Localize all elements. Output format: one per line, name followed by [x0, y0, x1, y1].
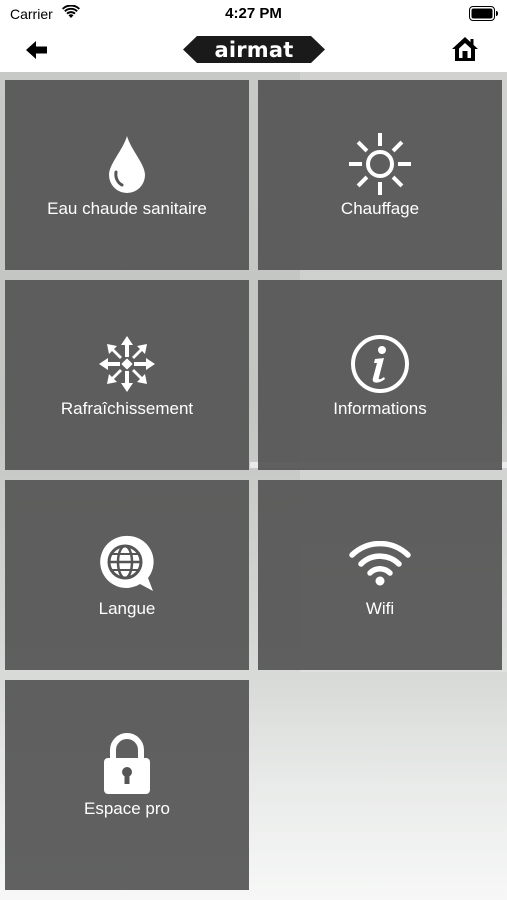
airmat-logo: airmat: [183, 36, 325, 63]
tile-label: Wifi: [365, 599, 395, 618]
tile-label: Eau chaude sanitaire: [47, 199, 207, 218]
tile-espace-pro[interactable]: Espace pro: [5, 680, 249, 890]
battery-icon: [469, 6, 499, 21]
logo-text: airmat: [214, 38, 294, 62]
snowflake-icon: [5, 330, 249, 398]
back-arrow-icon: [26, 41, 47, 59]
back-button[interactable]: [24, 38, 50, 62]
tile-label: Chauffage: [340, 199, 420, 218]
home-button[interactable]: [451, 36, 479, 62]
status-bar: Carrier 4:27 PM: [0, 0, 507, 28]
sun-icon: [258, 130, 502, 198]
info-icon: [258, 330, 502, 398]
navigation-bar: airmat: [0, 28, 507, 72]
globe-chat-icon: [5, 530, 249, 598]
tile-label: Langue: [98, 599, 156, 618]
tile-label: Espace pro: [84, 799, 170, 818]
tile-chauffage[interactable]: Chauffage: [258, 80, 502, 270]
wifi-icon: [258, 530, 502, 598]
tile-rafraichissement[interactable]: Rafraîchissement: [5, 280, 249, 470]
tile-label: Rafraîchissement: [60, 399, 194, 418]
tile-wifi[interactable]: Wifi: [258, 480, 502, 670]
tile-informations[interactable]: Informations: [258, 280, 502, 470]
tile-eau-chaude-sanitaire[interactable]: Eau chaude sanitaire: [5, 80, 249, 270]
lock-icon: [5, 730, 249, 798]
tile-label: Informations: [333, 399, 427, 418]
status-time: 4:27 PM: [225, 5, 282, 22]
home-icon: [452, 37, 478, 61]
water-drop-icon: [5, 130, 249, 198]
tile-langue[interactable]: Langue: [5, 480, 249, 670]
